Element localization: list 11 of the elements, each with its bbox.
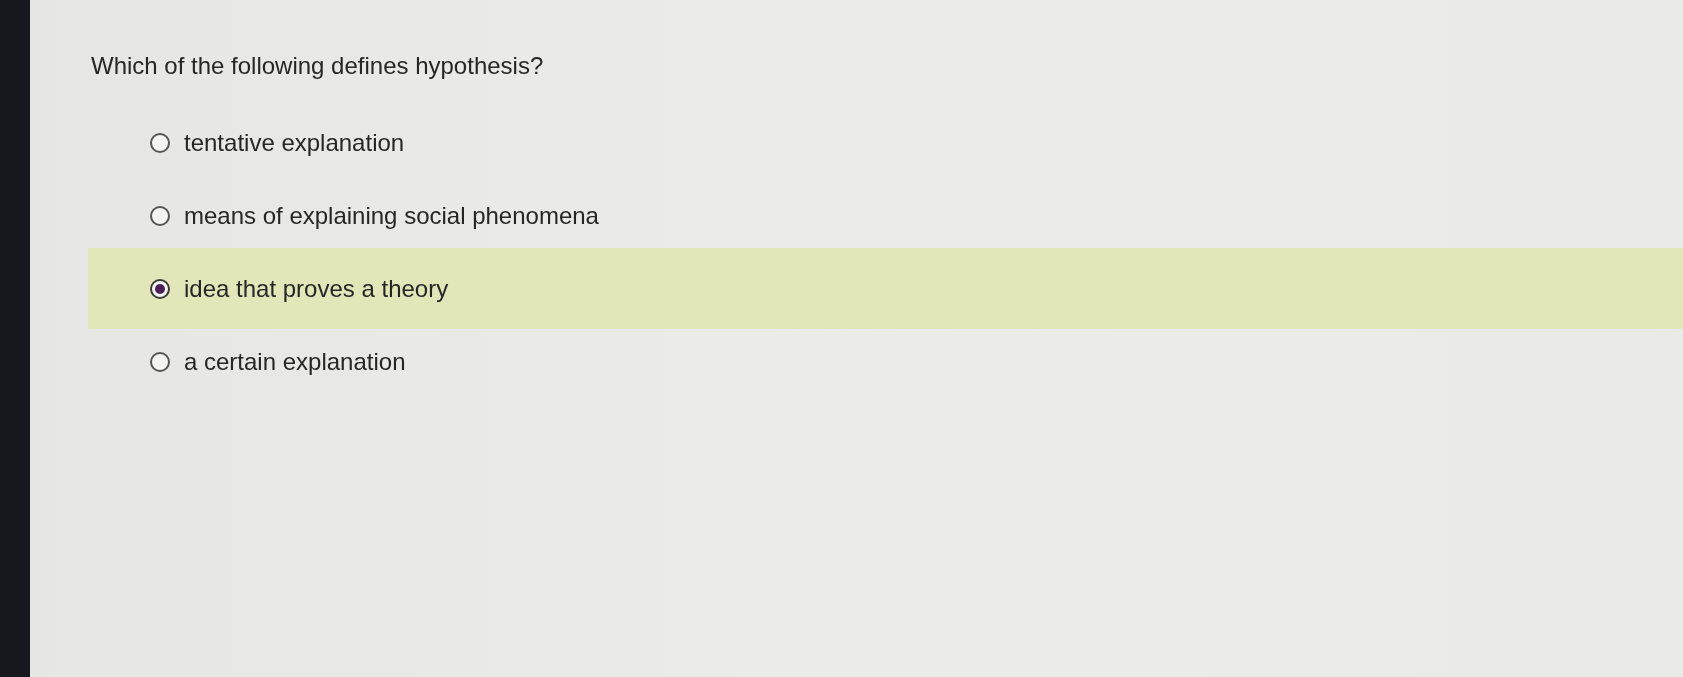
radio-button[interactable] bbox=[150, 351, 170, 372]
option-label: a certain explanation bbox=[184, 347, 406, 376]
option-label: idea that proves a theory bbox=[184, 274, 449, 303]
radio-button[interactable] bbox=[150, 205, 170, 226]
selected-option-row[interactable]: idea that proves a theory bbox=[88, 248, 1683, 329]
option-label: means of explaining social phenomena bbox=[184, 201, 599, 230]
radio-button[interactable] bbox=[150, 132, 170, 153]
option-label: tentative explanation bbox=[184, 128, 405, 157]
radio-button[interactable] bbox=[150, 278, 170, 299]
option-row[interactable]: tentative explanation bbox=[88, 106, 1683, 179]
question-text: Which of the following defines hypothesis? bbox=[91, 52, 545, 80]
